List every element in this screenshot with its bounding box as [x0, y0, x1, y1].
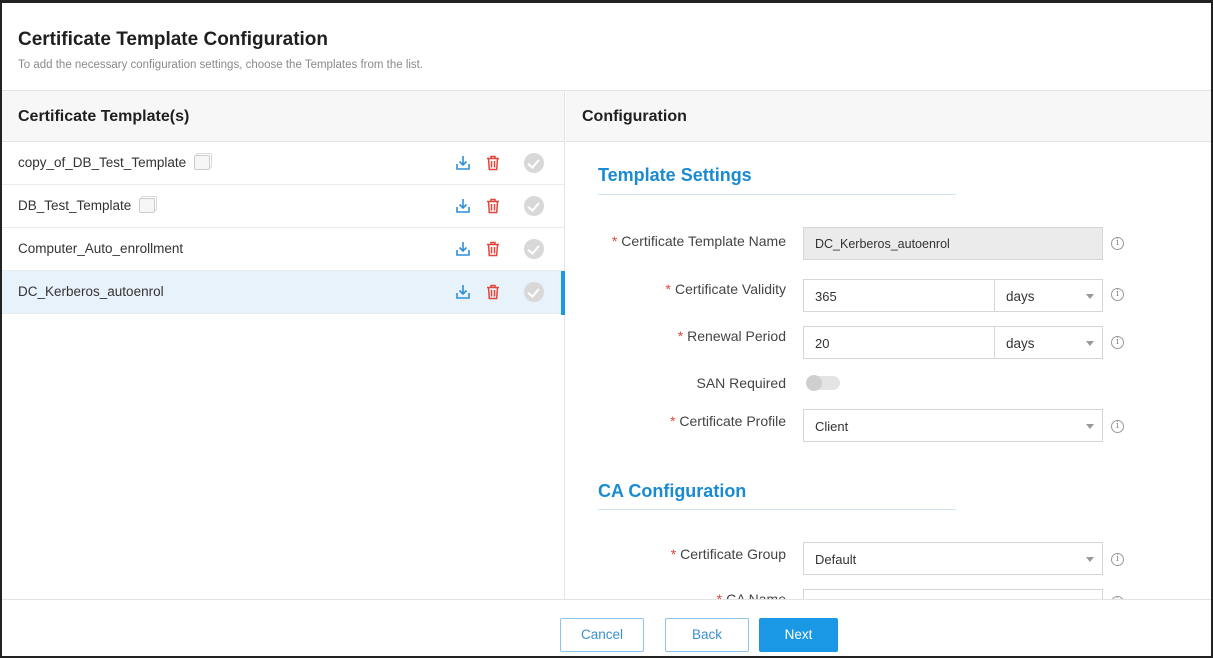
delete-icon[interactable] — [484, 240, 502, 258]
ca-name-label: * CA Name — [716, 591, 786, 599]
info-icon[interactable]: i — [1111, 288, 1124, 301]
download-icon[interactable] — [454, 283, 472, 301]
validity-input[interactable]: 365 — [803, 279, 995, 312]
ca-configuration-title: CA Configuration — [598, 481, 747, 501]
cancel-button[interactable]: Cancel — [560, 618, 644, 652]
delete-icon[interactable] — [484, 283, 502, 301]
template-row[interactable]: copy_of_DB_Test_Template — [2, 142, 564, 185]
group-label: * Certificate Group — [670, 546, 786, 562]
chevron-down-icon — [1086, 424, 1094, 429]
template-row[interactable]: Computer_Auto_enrollment — [2, 228, 564, 271]
check-circle-icon[interactable] — [524, 282, 544, 302]
check-circle-icon[interactable] — [524, 153, 544, 173]
template-row-name: copy_of_DB_Test_Template — [18, 155, 211, 170]
san-toggle[interactable] — [806, 375, 840, 391]
section-divider — [598, 509, 956, 510]
profile-label: * Certificate Profile — [669, 413, 786, 429]
template-row-name: Computer_Auto_enrollment — [18, 241, 184, 256]
section-divider — [598, 194, 956, 195]
profile-select[interactable]: Client — [803, 409, 1103, 442]
info-icon[interactable]: i — [1111, 336, 1124, 349]
info-icon[interactable]: i — [1111, 553, 1124, 566]
template-row[interactable]: DB_Test_Template — [2, 185, 564, 228]
chevron-down-icon — [1086, 557, 1094, 562]
renewal-label: * Renewal Period — [677, 328, 786, 344]
template-row-name: DC_Kerberos_autoenrol — [18, 284, 164, 299]
back-button[interactable]: Back — [665, 618, 749, 652]
copy-icon[interactable] — [194, 155, 211, 170]
download-icon[interactable] — [454, 197, 472, 215]
validity-label: * Certificate Validity — [665, 281, 786, 297]
next-button[interactable]: Next — [759, 618, 838, 652]
configuration-panel: Configuration Template Settings * Certifi… — [566, 91, 1211, 599]
template-settings-title: Template Settings — [598, 165, 752, 185]
ca-name-select[interactable] — [803, 589, 1103, 599]
template-list-panel: Certificate Template(s) copy_of_DB_Test_… — [2, 91, 565, 599]
chevron-down-icon — [1086, 294, 1094, 299]
san-label: SAN Required — [696, 375, 787, 391]
page-subtitle: To add the necessary configuration setti… — [18, 59, 424, 71]
template-config-window: Certificate Template Configuration To ad… — [0, 0, 1213, 658]
template-row-name: DB_Test_Template — [18, 198, 156, 213]
chevron-down-icon — [1086, 341, 1094, 346]
template-list-heading: Certificate Template(s) — [2, 91, 564, 142]
page-header: Certificate Template Configuration To ad… — [2, 3, 1211, 91]
check-circle-icon[interactable] — [524, 196, 544, 216]
group-select[interactable]: Default — [803, 542, 1103, 575]
configuration-heading: Configuration — [566, 91, 1211, 142]
page-title: Certificate Template Configuration — [18, 29, 329, 50]
check-circle-icon[interactable] — [524, 239, 544, 259]
download-icon[interactable] — [454, 240, 472, 258]
template-name-field: DC_Kerberos_autoenrol — [803, 227, 1103, 260]
renewal-unit-select[interactable]: days — [995, 326, 1103, 359]
renewal-input[interactable]: 20 — [803, 326, 995, 359]
validity-unit-select[interactable]: days — [995, 279, 1103, 312]
delete-icon[interactable] — [484, 197, 502, 215]
info-icon[interactable]: i — [1111, 420, 1124, 433]
delete-icon[interactable] — [484, 154, 502, 172]
download-icon[interactable] — [454, 154, 472, 172]
template-row-selected[interactable]: DC_Kerberos_autoenrol — [2, 271, 565, 315]
template-name-label: * Certificate Template Name — [611, 233, 786, 249]
info-icon[interactable]: i — [1111, 237, 1124, 250]
copy-icon[interactable] — [139, 198, 156, 213]
footer-bar: Cancel Back Next — [2, 599, 1211, 656]
